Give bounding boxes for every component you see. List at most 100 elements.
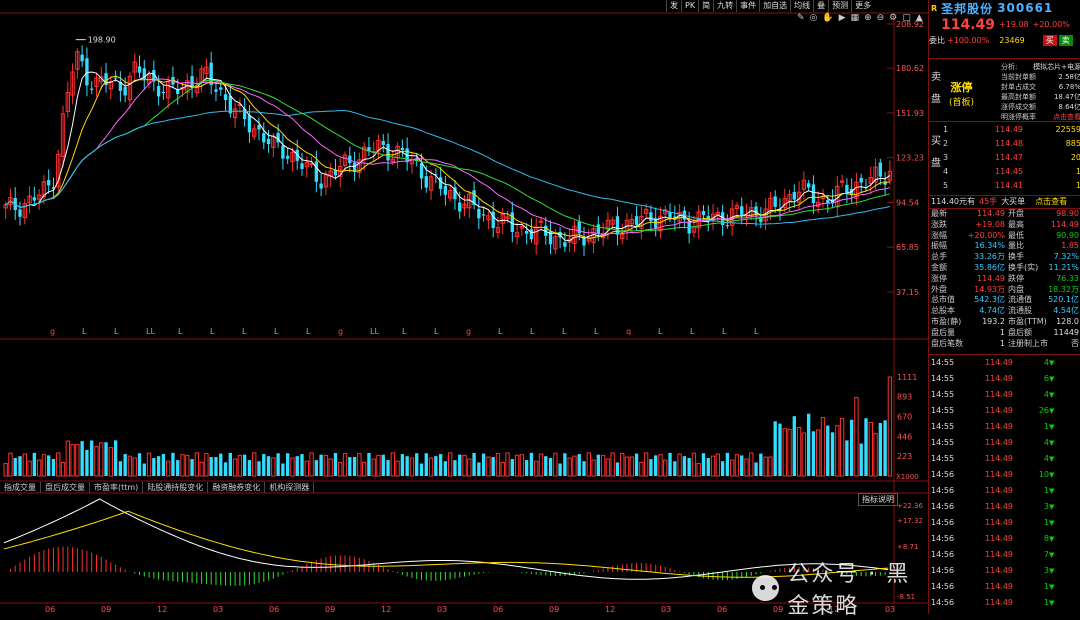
toolbar-button-ma[interactable]: 均线	[790, 0, 813, 12]
tick-row[interactable]: 14:55 114.49 4 ▼	[929, 451, 1080, 467]
tab-margin-change[interactable]: 融资融券变化	[208, 482, 266, 493]
tick-volume: 1	[1043, 518, 1049, 527]
candle-body	[161, 91, 166, 94]
volume-bar	[529, 452, 534, 476]
chart-area[interactable]: 208.92 180.62 151.93 123.23 94.54 65.85 37.15 1…	[0, 0, 928, 619]
volume-bar	[376, 454, 381, 477]
volume-axis-label: 893	[897, 392, 912, 401]
volume-bar	[778, 423, 782, 476]
target-icon[interactable]: ◎	[808, 12, 820, 24]
stat-label: 换手	[1008, 252, 1024, 262]
event-marker: q	[626, 327, 631, 336]
sell-button[interactable]: 卖	[1058, 34, 1073, 46]
zoom-in-icon[interactable]: ⊕	[862, 12, 874, 24]
volume-bar	[677, 453, 682, 477]
volume-bar	[472, 452, 476, 476]
tick-row[interactable]: 14:56 114.49 7 ▼	[929, 547, 1080, 563]
tick-direction-icon: ▼	[1049, 423, 1055, 431]
tick-row[interactable]: 14:56 114.49 8 ▼	[929, 531, 1080, 547]
toolbar-button-overlay[interactable]: 叠	[813, 0, 828, 12]
toolbar-button-more[interactable]: 更多	[851, 0, 874, 12]
volume-bar	[658, 454, 663, 477]
tick-row[interactable]: 14:56 114.49 3 ▼	[929, 563, 1080, 579]
volume-bar	[113, 440, 118, 476]
tab-northbound-holdings[interactable]: 陆股通持股变化	[143, 482, 209, 493]
bid-row[interactable]: 1 114.49 22559	[943, 123, 1080, 137]
bid-row[interactable]: 2 114.48 885	[943, 137, 1080, 151]
stat-label: 换手(实)	[1008, 262, 1039, 272]
tick-row[interactable]: 14:56 114.49 1 ▼	[929, 579, 1080, 595]
chart-toolbar: 发 PK 简 九转 事件 加自选 均线 叠 预测 更多	[666, 0, 874, 12]
volume-bar	[563, 453, 567, 476]
hand-icon[interactable]: ✋	[820, 12, 835, 24]
toolbar-button-fa[interactable]: 发	[666, 0, 681, 12]
volume-bar	[572, 455, 577, 477]
stat-value: 18.32万	[1048, 284, 1079, 294]
draw-icon[interactable]: ✎	[795, 12, 807, 24]
volume-bar	[18, 456, 22, 476]
fullscreen-icon[interactable]: ▢	[900, 12, 913, 24]
settings-icon[interactable]: ⚙	[887, 12, 899, 24]
calendar-icon[interactable]: ▦	[849, 12, 862, 24]
volume-bar	[180, 454, 185, 477]
tab-institution-detector[interactable]: 机构探测器	[265, 482, 315, 493]
volume-bar	[654, 455, 658, 476]
volume-bar	[190, 459, 194, 476]
big-order-action: 大买单	[1001, 197, 1026, 206]
candle-body	[773, 196, 777, 207]
tick-row[interactable]: 14:55 114.49 4 ▼	[929, 355, 1080, 371]
indicator-info-button[interactable]: 指标说明	[858, 493, 898, 506]
zoom-out-icon[interactable]: ⊖	[875, 12, 887, 24]
candle-body	[443, 186, 448, 195]
scroll-icon[interactable]: ▲	[914, 12, 925, 24]
volume-bar	[567, 457, 572, 477]
kline-chart-svg[interactable]: 208.92180.62151.93123.2394.5465.8537.151…	[0, 0, 928, 614]
tick-volume: 1	[1043, 486, 1049, 495]
volume-bar	[27, 460, 32, 477]
volume-bar	[687, 457, 691, 476]
tick-row[interactable]: 14:56 114.49 1 ▼	[929, 483, 1080, 499]
volume-tabs: 指成交量 盘后成交量 市盈率(ttm) 陆股通持股变化 融资融券变化 机构探测器	[0, 482, 315, 493]
tick-row[interactable]: 14:56 114.49 3 ▼	[929, 499, 1080, 515]
candle-body	[90, 88, 94, 90]
tick-row[interactable]: 14:55 114.49 1 ▼	[929, 419, 1080, 435]
tick-time: 14:56	[931, 598, 955, 607]
candle-body	[32, 197, 37, 201]
tick-volume: 8	[1043, 534, 1049, 543]
tick-list[interactable]: 14:55 114.49 4 ▼ 14:55 114.49 6 ▼ 14:55 114.49 4 ▼ 1…	[929, 354, 1080, 614]
toolbar-button-add-watch[interactable]: 加自选	[759, 0, 790, 12]
volume-axis-label: 446	[897, 432, 912, 441]
bid-row[interactable]: 3 114.47 20	[943, 151, 1080, 165]
toolbar-button-forecast[interactable]: 预测	[828, 0, 851, 12]
bid-row[interactable]: 5114.411	[943, 179, 1080, 193]
candle-body	[524, 230, 529, 234]
toolbar-button-jian[interactable]: 简	[698, 0, 713, 12]
event-marker: L	[562, 327, 567, 336]
stat-value: 33.26万	[974, 252, 1005, 262]
tick-row[interactable]: 14:55 114.49 6 ▼	[929, 371, 1080, 387]
play-icon[interactable]: ▶	[837, 12, 848, 24]
tick-row[interactable]: 14:55 114.49 26 ▼	[929, 403, 1080, 419]
tab-pe-ttm[interactable]: 市盈率(ttm)	[90, 482, 144, 493]
tick-row[interactable]: 14:55 114.49 4 ▼	[929, 387, 1080, 403]
toolbar-button-pk[interactable]: PK	[681, 0, 698, 12]
stat-label: 最低	[1008, 230, 1024, 240]
tick-direction-icon: ▼	[1049, 599, 1055, 607]
volume-bar	[510, 459, 514, 476]
volume-bar	[744, 458, 749, 477]
tick-row[interactable]: 14:55 114.49 4 ▼	[929, 435, 1080, 451]
date-axis-label: 12	[381, 605, 391, 614]
stat-value: 193.2	[982, 316, 1005, 326]
buy-button[interactable]: 买	[1042, 34, 1057, 46]
tick-row[interactable]: 14:56 114.49 10 ▼	[929, 467, 1080, 483]
toolbar-button-events[interactable]: 事件	[736, 0, 759, 12]
toolbar-button-jiuzhuan[interactable]: 九转	[713, 0, 736, 12]
big-order-link[interactable]: 点击查看	[1035, 195, 1067, 208]
bid-row[interactable]: 4114.451	[943, 165, 1080, 179]
volume-bar	[773, 421, 777, 476]
volume-bar	[514, 454, 520, 477]
tab-volume[interactable]: 指成交量	[0, 482, 41, 493]
tick-row[interactable]: 14:56 114.49 1 ▼	[929, 595, 1080, 611]
tab-after-hours-volume[interactable]: 盘后成交量	[41, 482, 90, 493]
tick-row[interactable]: 14:56 114.49 1 ▼	[929, 515, 1080, 531]
